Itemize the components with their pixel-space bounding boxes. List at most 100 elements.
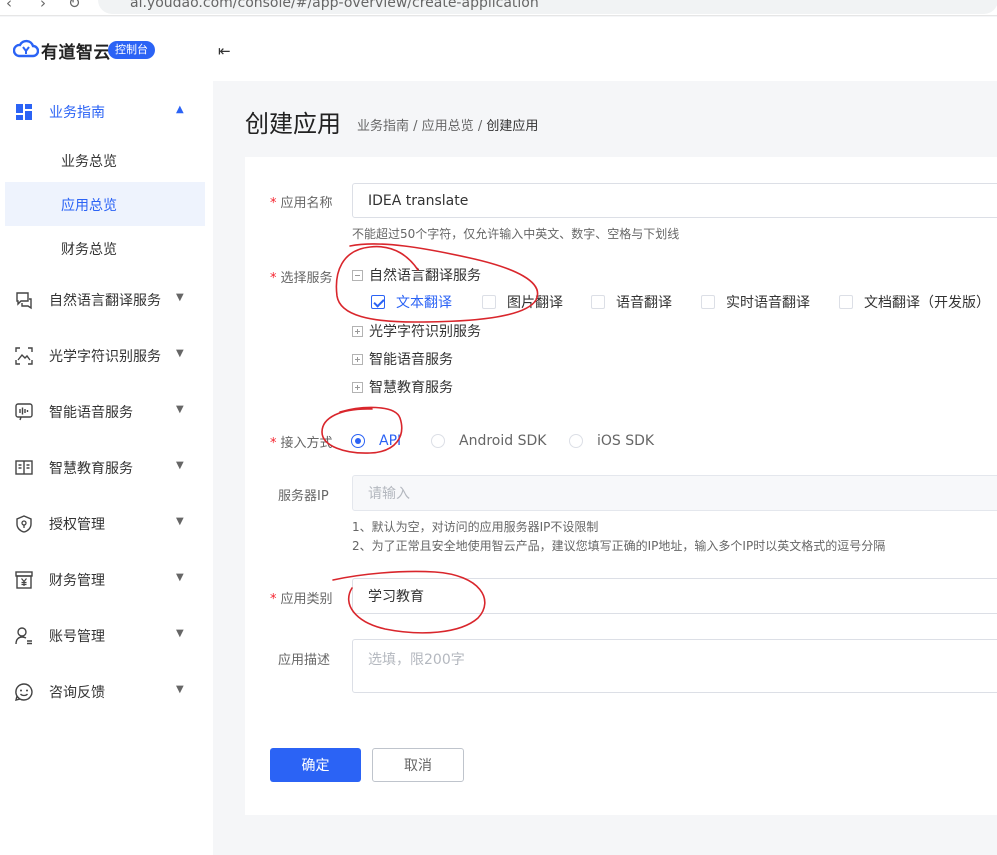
server-ip-placeholder: 请输入 [368,486,410,502]
service-group-ocr[interactable]: 光学字符识别服务 [352,321,481,341]
tree-expand-icon[interactable] [352,381,363,393]
sidebar-subitem-app-overview[interactable]: 应用总览 [5,182,205,226]
user-account-icon [15,627,32,645]
checkbox-label: 语音翻译 [616,295,672,311]
sidebar-item-translation[interactable]: 自然语言翻译服务 ▼ [0,277,213,321]
radio-label: iOS SDK [597,433,655,449]
service-group-translation[interactable]: 自然语言翻译服务 [352,265,481,285]
tree-collapse-icon[interactable] [352,269,363,281]
checkbox-icon [482,295,496,309]
radio-label: API [379,433,402,449]
page-title: 创建应用 [245,110,341,138]
caret-up-icon: ▲ [176,104,184,115]
app-name-hint: 不能超过50个字符，仅允许输入中英文、数字、空格与下划线 [352,227,680,241]
radio-label: Android SDK [459,433,547,449]
breadcrumb-item-app-overview[interactable]: 应用总览 [422,119,474,134]
checkbox-text-translation[interactable]: 文本翻译 [371,292,452,312]
app-category-label: * 应用类别 [270,592,333,607]
required-asterisk: * [270,271,277,286]
caret-down-icon: ▼ [176,572,184,583]
radio-android-sdk[interactable]: Android SDK [431,433,546,449]
radio-checked-icon [351,434,365,448]
required-asterisk: * [270,196,277,211]
sidebar-subitem-business-overview[interactable]: 业务总览 [5,138,205,182]
sidebar-item-education[interactable]: 智慧教育服务 ▼ [0,445,213,489]
checkbox-label: 实时语音翻译 [726,295,810,311]
dashboard-icon [16,104,32,120]
sidebar: 业务指南 ▲ 业务总览 应用总览 财务总览 自然语言翻译服务 ▼ 光学字符识别服… [0,81,213,855]
sidebar-item-label: 业务指南 [49,105,105,121]
sidebar-item-label: 财务管理 [49,573,105,589]
top-header: 有道智云 控制台 ⇤ [0,17,997,81]
caret-down-icon: ▼ [176,404,184,415]
sidebar-item-label: 授权管理 [49,517,105,533]
sidebar-item-guide[interactable]: 业务指南 ▲ [0,89,213,133]
sidebar-item-label: 光学字符识别服务 [49,349,161,365]
caret-down-icon: ▼ [176,292,184,303]
tree-expand-icon[interactable] [352,353,363,365]
checkbox-icon [839,295,853,309]
service-group-label: 智能语音服务 [369,352,453,368]
app-description-textarea[interactable]: 选填，限200字 [352,639,997,693]
sidebar-subitem-label: 财务总览 [61,242,117,258]
required-asterisk: * [270,592,277,607]
sidebar-item-voice[interactable]: 智能语音服务 ▼ [0,389,213,433]
translate-chat-icon [16,292,32,310]
sidebar-item-authorization[interactable]: 授权管理 ▼ [0,501,213,545]
menu-collapse-icon[interactable]: ⇤ [218,42,231,60]
checkbox-checked-icon [371,295,385,309]
app-name-label: * 应用名称 [270,196,333,211]
breadcrumb: 业务指南 / 应用总览 / 创建应用 [357,115,538,134]
caret-down-icon: ▼ [176,348,184,359]
url-text: ai.youdao.com/console/#/app-overview/cre… [130,0,539,11]
forward-arrow-icon[interactable]: › [40,0,46,12]
sidebar-subitem-label: 业务总览 [61,154,117,170]
server-ip-label: 服务器IP [278,489,329,504]
voice-wave-icon [15,403,33,421]
radio-api[interactable]: API [351,433,401,449]
service-group-education[interactable]: 智慧教育服务 [352,377,453,397]
sidebar-item-finance[interactable]: 财务管理 ▼ [0,557,213,601]
caret-down-icon: ▼ [176,628,184,639]
sidebar-item-label: 智慧教育服务 [49,461,133,477]
server-ip-hint-1: 1、默认为空，对访问的应用服务器IP不设限制 [352,520,599,534]
sidebar-item-account[interactable]: 账号管理 ▼ [0,613,213,657]
app-name-value: IDEA translate [368,192,469,209]
service-group-voice[interactable]: 智能语音服务 [352,349,453,369]
sidebar-item-label: 自然语言翻译服务 [49,293,161,309]
radio-icon [431,434,445,448]
console-badge: 控制台 [108,41,155,59]
app-category-select[interactable]: 学习教育 [352,578,997,614]
sidebar-item-feedback[interactable]: 咨询反馈 ▼ [0,669,213,713]
app-name-input[interactable]: IDEA translate [352,183,997,218]
server-ip-input[interactable]: 请输入 [352,475,997,511]
back-arrow-icon[interactable]: ‹ [6,0,12,12]
radio-ios-sdk[interactable]: iOS SDK [569,433,654,449]
breadcrumb-separator: / [473,119,487,134]
breadcrumb-item-guide[interactable]: 业务指南 [357,119,409,134]
app-description-placeholder: 选填，限200字 [368,652,465,668]
access-method-label: * 接入方式 [270,436,333,451]
app-description-label: 应用描述 [278,653,331,668]
reload-icon[interactable]: ↻ [68,0,81,12]
checkbox-icon [701,295,715,309]
cancel-button[interactable]: 取消 [372,748,464,782]
service-group-label: 光学字符识别服务 [369,324,481,340]
browser-address-bar: ‹ › ↻ ai.youdao.com/console/#/app-overvi… [0,0,997,16]
youdao-cloud-logo-icon [13,39,39,58]
caret-down-icon: ▼ [176,516,184,527]
checkbox-document-translation[interactable]: 文档翻译（开发版） [839,292,990,312]
sidebar-subitem-finance-overview[interactable]: 财务总览 [5,226,205,270]
caret-down-icon: ▼ [176,684,184,695]
radio-icon [569,434,583,448]
checkbox-image-translation[interactable]: 图片翻译 [482,292,563,312]
checkbox-label: 文本翻译 [396,295,452,311]
checkbox-voice-translation[interactable]: 语音翻译 [591,292,672,312]
checkbox-realtime-voice-translation[interactable]: 实时语音翻译 [701,292,810,312]
tree-expand-icon[interactable] [352,325,363,337]
smiley-feedback-icon [15,683,33,701]
confirm-button[interactable]: 确定 [270,748,361,782]
create-app-form-card: * 应用名称 IDEA translate 不能超过50个字符，仅允许输入中英文、… [245,157,997,815]
sidebar-item-ocr[interactable]: 光学字符识别服务 ▼ [0,333,213,377]
sidebar-item-label: 咨询反馈 [49,685,105,701]
